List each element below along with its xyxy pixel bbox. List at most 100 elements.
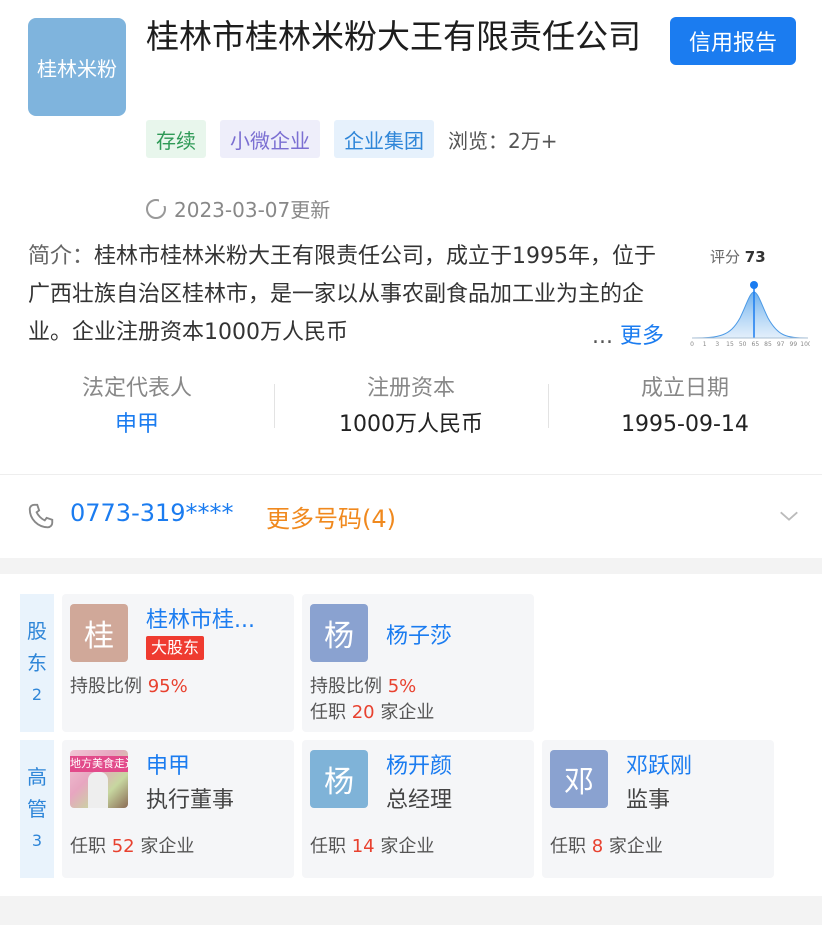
share-ratio-value: 5% [387, 676, 417, 697]
avatar: 杨 [310, 604, 368, 662]
executives-tab-char: 管 [27, 797, 47, 821]
view-count: 浏览：2万+ [448, 128, 558, 153]
tab-shareholders[interactable]: 股 东 2 [20, 594, 54, 732]
photo-person [88, 772, 108, 808]
positions-suffix: 家企业 [140, 836, 195, 857]
section-divider [0, 558, 822, 574]
positions-prefix: 任职 [310, 702, 346, 723]
share-ratio: 持股比例 5% [310, 672, 416, 698]
executive-name[interactable]: 杨开颜 [386, 748, 452, 780]
score-axis-tick: 85 [764, 341, 772, 348]
stat-registered-capital: 注册资本 1000万人民币 [274, 366, 548, 446]
score-axis: 0 1 3 15 50 65 85 97 99 100 [690, 341, 810, 348]
score-value: 73 [744, 248, 766, 266]
score-label[interactable]: 评分 73 [710, 246, 766, 267]
stat-value[interactable]: 申甲 [0, 412, 274, 438]
phone-number[interactable]: 0773-319**** [70, 499, 234, 527]
shareholder-card[interactable]: 桂 桂林市桂... 大股东 持股比例 95% [62, 594, 294, 732]
positions-prefix: 任职 [70, 836, 106, 857]
score-axis-tick: 100 [800, 341, 810, 348]
photo-banner: 地方美食走进 [70, 756, 128, 772]
phone-icon [28, 503, 54, 529]
shareholder-card[interactable]: 杨 杨子莎 持股比例 5% 任职 20 家企业 [302, 594, 534, 732]
company-intro: 简介：桂林市桂林米粉大王有限责任公司，成立于1995年，位于广西壮族自治区桂林市… [28, 238, 668, 352]
positions-suffix: 家企业 [380, 702, 435, 723]
share-ratio-label: 持股比例 [310, 676, 382, 697]
score-axis-tick: 1 [703, 341, 707, 348]
stat-value: 1000万人民币 [339, 412, 483, 437]
executives-count: 3 [31, 831, 43, 850]
stat-legal-rep: 法定代表人 申甲 [0, 366, 274, 446]
intro-ellipsis: ... [592, 324, 613, 349]
share-ratio-value: 95% [147, 676, 188, 697]
positions-count: 任职 14 家企业 [310, 832, 434, 858]
tab-executives[interactable]: 高 管 3 [20, 740, 54, 878]
more-phones-link[interactable]: 更多号码(4) [266, 499, 396, 534]
stat-established-date: 成立日期 1995-09-14 [548, 366, 822, 446]
intro-more[interactable]: ... 更多 [588, 318, 664, 350]
score-distribution-chart[interactable]: 0 1 3 15 50 65 85 97 99 100 [690, 278, 810, 348]
size-tag: 小微企业 [220, 120, 320, 158]
positions-count: 任职 20 家企业 [310, 698, 434, 724]
shareholders-tab-char: 股 [27, 619, 47, 643]
status-tag: 存续 [146, 120, 206, 158]
positions-number: 52 [111, 836, 135, 857]
score-axis-tick: 0 [690, 341, 694, 348]
phone-row[interactable]: 0773-319**** 更多号码(4) [0, 474, 822, 558]
avatar: 邓 [550, 750, 608, 808]
score-axis-tick: 65 [752, 341, 760, 348]
shareholders-tab-char: 东 [27, 651, 47, 675]
stat-label: 注册资本 [366, 376, 455, 401]
positions-number: 14 [351, 836, 375, 857]
intro-text: 桂林市桂林米粉大王有限责任公司，成立于1995年，位于广西壮族自治区桂林市，是一… [28, 244, 657, 345]
positions-number: 8 [591, 836, 604, 857]
executive-title: 执行董事 [146, 788, 235, 813]
shareholder-name[interactable]: 杨子莎 [386, 618, 452, 650]
executives-tab-char: 高 [27, 765, 47, 789]
score-axis-tick: 97 [777, 341, 785, 348]
key-stats: 法定代表人 申甲 注册资本 1000万人民币 成立日期 1995-09-14 [0, 366, 822, 446]
company-tags: 存续 小微企业 企业集团 浏览：2万+ [146, 119, 557, 159]
share-ratio: 持股比例 95% [70, 672, 188, 698]
more-link[interactable]: 更多 [620, 324, 664, 349]
avatar: 地方美食走进 [70, 750, 128, 808]
executive-name[interactable]: 邓跃刚 [626, 748, 692, 780]
company-logo: 桂林米粉 [28, 18, 126, 116]
stat-label: 成立日期 [640, 376, 729, 401]
update-date: 2023-03-07更新 [174, 198, 331, 222]
avatar: 杨 [310, 750, 368, 808]
executive-card[interactable]: 杨 杨开颜 总经理 任职 14 家企业 [302, 740, 534, 878]
update-time: 2023-03-07更新 [146, 194, 330, 223]
positions-count: 任职 52 家企业 [70, 832, 194, 858]
major-shareholder-badge: 大股东 [146, 636, 205, 660]
positions-suffix: 家企业 [608, 836, 663, 857]
positions-prefix: 任职 [310, 836, 346, 857]
positions-prefix: 任职 [550, 836, 586, 857]
intro-label: 简介： [28, 244, 95, 269]
chevron-down-icon[interactable] [778, 505, 800, 527]
executive-title: 监事 [626, 788, 671, 813]
credit-report-button[interactable]: 信用报告 [670, 17, 796, 65]
bell-curve [691, 291, 809, 339]
positions-suffix: 家企业 [380, 836, 435, 857]
refresh-icon [146, 197, 167, 219]
company-name: 桂林市桂林米粉大王有限责任公司 [146, 17, 641, 56]
executive-card[interactable]: 地方美食走进 申甲 执行董事 任职 52 家企业 [62, 740, 294, 878]
share-ratio-label: 持股比例 [70, 676, 142, 697]
score-marker [750, 281, 758, 289]
stat-value: 1995-09-14 [621, 412, 749, 437]
score-axis-tick: 99 [790, 341, 798, 348]
shareholders-count: 2 [31, 685, 43, 704]
avatar: 桂 [70, 604, 128, 662]
executive-title: 总经理 [386, 788, 453, 813]
executive-name[interactable]: 申甲 [146, 748, 190, 780]
executive-card[interactable]: 邓 邓跃刚 监事 任职 8 家企业 [542, 740, 774, 878]
positions-number: 20 [351, 702, 375, 723]
positions-count: 任职 8 家企业 [550, 832, 663, 858]
shareholder-name[interactable]: 桂林市桂... [146, 602, 255, 634]
score-axis-tick: 3 [715, 341, 719, 348]
section-divider [0, 896, 822, 925]
stat-label: 法定代表人 [81, 376, 192, 401]
group-tag[interactable]: 企业集团 [334, 120, 434, 158]
score-axis-tick: 15 [726, 341, 734, 348]
